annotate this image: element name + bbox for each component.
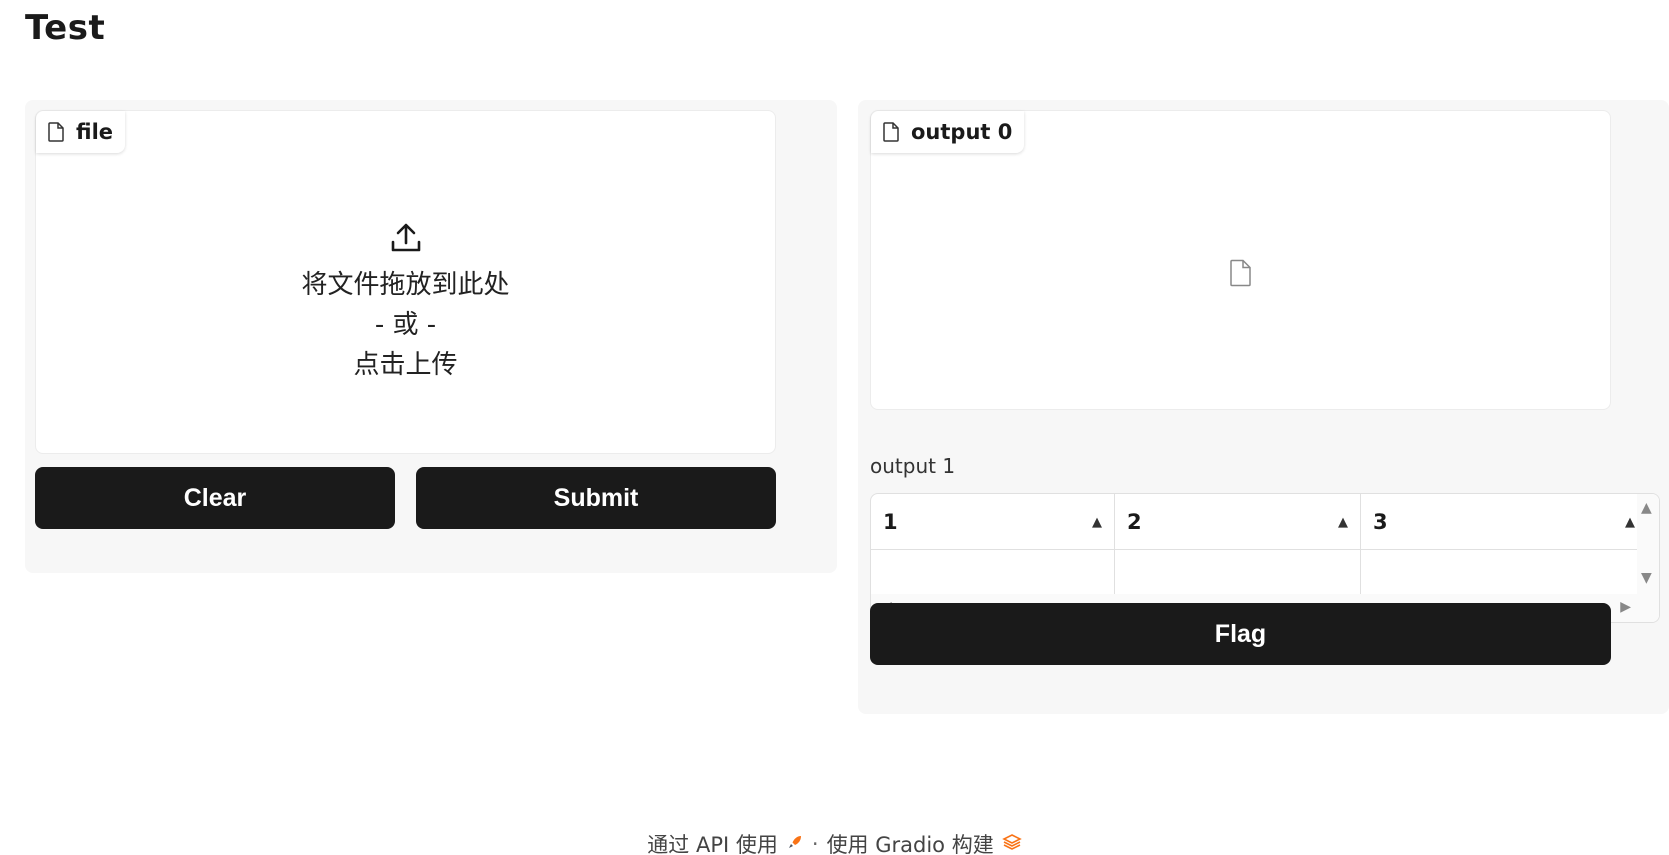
file-upload-dropzone[interactable]: file 将文件拖放到此处 - 或 - 点击上传 [35, 110, 776, 454]
drop-text: 将文件拖放到此处 [301, 270, 510, 300]
output-0-label: output 0 [871, 111, 1025, 153]
column-header-1[interactable]: 1 ▲ [871, 494, 1115, 550]
scroll-up-icon[interactable]: ▲ [1641, 500, 1652, 516]
upload-icon [389, 221, 423, 259]
output-panel: output 0 output 1 1 ▲ 2 ▲ 3 ▲ ▲ ▼ ▶ Flag [858, 100, 1669, 714]
column-header-label: 1 [883, 510, 898, 534]
input-panel: file 将文件拖放到此处 - 或 - 点击上传 Clear Submit [25, 100, 837, 573]
file-input-label: file [36, 111, 126, 153]
file-icon [48, 122, 64, 142]
empty-file-icon [1229, 259, 1252, 290]
sort-up-icon[interactable]: ▲ [1338, 515, 1348, 530]
or-text: - 或 - [374, 310, 437, 340]
built-with-gradio-link[interactable]: 使用 Gradio 构建 [827, 829, 994, 855]
table-cell[interactable] [1115, 550, 1361, 596]
column-header-label: 3 [1373, 510, 1388, 534]
output-1-label: output 1 [870, 454, 956, 478]
use-via-api-link[interactable]: 通过 API 使用 [647, 829, 778, 855]
rocket-icon [786, 833, 804, 855]
scroll-down-icon[interactable]: ▼ [1641, 570, 1652, 586]
table-cell[interactable] [871, 550, 1115, 596]
file-input-label-text: file [76, 120, 114, 144]
flag-button[interactable]: Flag [870, 603, 1611, 665]
output-0-file: output 0 [870, 110, 1611, 410]
footer-separator: · [811, 832, 819, 855]
page-title: Test [25, 8, 106, 48]
submit-button[interactable]: Submit [416, 467, 776, 529]
gradio-logo-icon [1001, 833, 1022, 855]
upload-prompt[interactable]: 将文件拖放到此处 - 或 - 点击上传 [36, 153, 775, 453]
file-icon [883, 122, 899, 142]
sort-up-icon[interactable]: ▲ [1625, 515, 1635, 530]
vertical-scrollbar[interactable]: ▲ ▼ [1637, 494, 1659, 596]
footer: 通过 API 使用 · 使用 Gradio 构建 [0, 829, 1669, 855]
table-cell[interactable] [1361, 550, 1639, 596]
table-row [871, 550, 1637, 596]
output-0-label-text: output 0 [911, 120, 1013, 144]
clear-button[interactable]: Clear [35, 467, 395, 529]
column-header-label: 2 [1127, 510, 1142, 534]
table-header: 1 ▲ 2 ▲ 3 ▲ [871, 494, 1637, 550]
click-upload-text: 点击上传 [353, 350, 458, 380]
column-header-2[interactable]: 2 ▲ [1115, 494, 1361, 550]
scroll-right-icon[interactable]: ▶ [1620, 599, 1631, 615]
column-header-3[interactable]: 3 ▲ [1361, 494, 1639, 550]
sort-up-icon[interactable]: ▲ [1092, 515, 1102, 530]
